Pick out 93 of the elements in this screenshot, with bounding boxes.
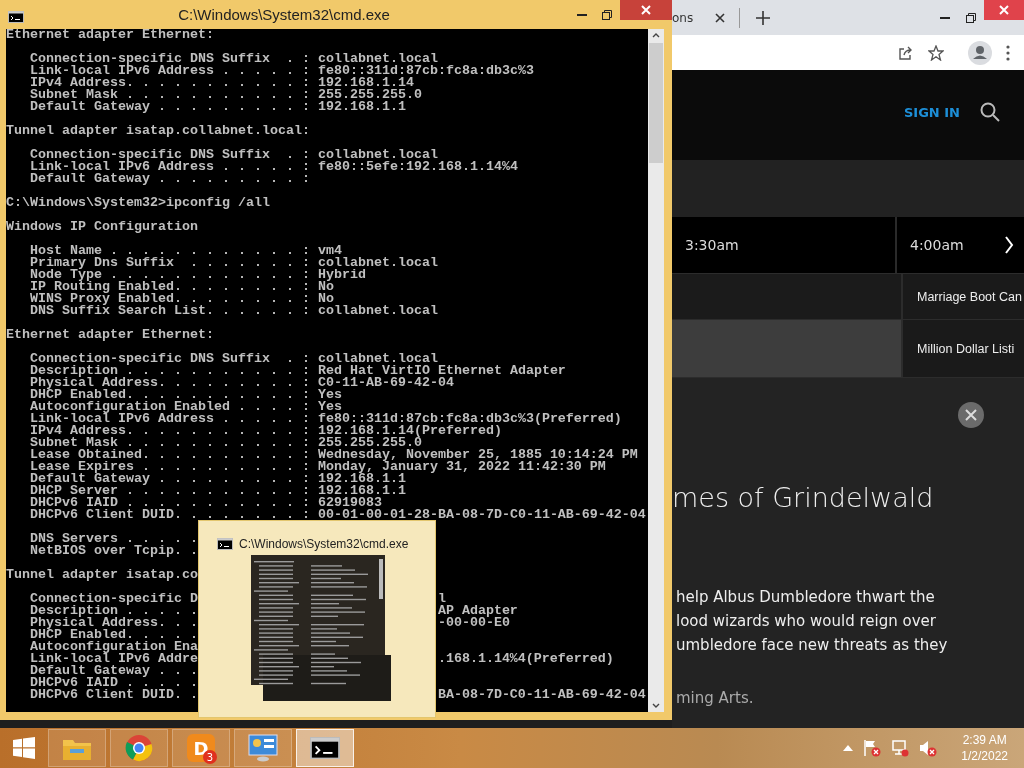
console-line: Subnet Mask . . . . . . . . . . . : 255.255.255.0 xyxy=(29,437,422,449)
chevron-right-icon[interactable] xyxy=(1004,235,1014,255)
console-line: l xyxy=(437,591,446,606)
console-line: C:\Windows\System32>ipconfig /all xyxy=(6,197,270,209)
volume-muted-icon[interactable] xyxy=(919,739,938,757)
console-line: DHCP Enabled. . . . . xyxy=(29,629,198,641)
console-line: DNS Servers . . . . . xyxy=(29,533,198,545)
console-line: DHCPv6 Client DUID. . xyxy=(29,689,199,701)
console-line: Autoconfiguration Enabled . . . . : Yes xyxy=(29,401,342,413)
console-line: DHCP Enabled. . . . . . . . . . . : Yes xyxy=(29,389,342,401)
console-line: Connection-specific DNS Suffix . : collabnet.local xyxy=(29,353,438,365)
console-line: Default Gateway . . . . . . . . . : xyxy=(29,173,310,185)
window-thumbnail[interactable] xyxy=(251,555,391,701)
close-tab-icon[interactable] xyxy=(715,12,726,23)
console-line: AP Adapter xyxy=(437,603,518,618)
console-line: Link-local IPv6 Address . . . . . : fe80::311d:87cb:fc8a:db3c%3(Preferred) xyxy=(29,413,622,425)
console-line: Connection-specific D xyxy=(29,593,199,605)
minimize-icon xyxy=(940,16,950,19)
show-listing[interactable]: Marriage Boot Can xyxy=(901,274,1024,319)
console-line: NetBIOS over Tcpip. . xyxy=(29,545,198,557)
console-line: Description . . . . . xyxy=(29,605,199,617)
console-line: Link-local IPv6 Address . . . . . : fe80::311d:87cb:fc8a:db3c%3 xyxy=(29,65,534,77)
bookmark-star-icon[interactable] xyxy=(928,44,944,61)
credit-text: ming Arts. xyxy=(675,689,755,707)
restore-icon xyxy=(966,12,976,23)
console-line: WINS Proxy Enabled. . . . . . . . : No xyxy=(29,293,334,305)
console-line: DNS Suffix Search List. . . . . . : collabnet.local xyxy=(29,305,438,317)
caret-up-icon[interactable] xyxy=(843,745,854,751)
taskbar-app-button[interactable] xyxy=(296,729,354,767)
close-icon xyxy=(965,409,977,421)
close-icon xyxy=(641,5,651,15)
console-line: DHCPv6 Client DUID. . . . . . . . : 00-01-00-01-28-BA-08-7D-C0-11-AB-69-42-04 xyxy=(29,509,646,521)
console-line: Tunnel adapter isatap.collabnet.local: xyxy=(6,125,310,137)
preview-title: C:\Windows\System32\cmd.exe xyxy=(239,537,409,551)
control-panel-icon xyxy=(248,734,278,762)
console-line: .168.1.14%4(Preferred) xyxy=(437,651,614,666)
console-line: BA-08-7D-C0-11-AB-69-42-04 xyxy=(437,687,646,702)
window-title: C:\Windows\System32\cmd.exe xyxy=(177,6,391,23)
console-line: Autoconfiguration Ena xyxy=(29,641,198,653)
console-icon xyxy=(310,736,340,760)
console-line: Primary Dns Suffix . . . . . . . : collabnet.local xyxy=(29,257,438,269)
network-icon[interactable] xyxy=(891,739,910,757)
console-line: DHCP Server . . . . . . . . . . . : 192.168.1.1 xyxy=(29,485,406,497)
console-line: Node Type . . . . . . . . . . . . : Hybrid xyxy=(29,269,366,281)
console-line: Default Gateway . . . xyxy=(29,665,198,677)
browser-icon xyxy=(125,734,153,762)
search-icon[interactable] xyxy=(980,102,1000,122)
time-label: 3:30am xyxy=(685,237,739,253)
close-icon xyxy=(999,5,1009,15)
console-line: Physical Address. . . xyxy=(29,617,199,629)
console-line: IP Routing Enabled. . . . . . . . : No xyxy=(29,281,334,293)
share-icon[interactable] xyxy=(898,44,914,61)
console-line: Physical Address. . . . . . . . . : C0-11-AB-69-42-04 xyxy=(29,377,454,389)
windows-logo-icon xyxy=(13,737,35,759)
console-icon xyxy=(8,11,24,23)
flag-warning-icon[interactable] xyxy=(863,739,882,757)
scrollbar[interactable] xyxy=(648,29,664,712)
console-line: Description . . . . . . . . . . . : Red Hat VirtIO Ethernet Adapter xyxy=(29,365,566,377)
description-line: help Albus Dumbledore thwart the xyxy=(676,587,936,608)
scroll-thumb[interactable] xyxy=(649,43,663,163)
show-listing[interactable]: Million Dollar Listi xyxy=(901,320,1024,377)
console-line: DHCPv6 IAID . . . . . xyxy=(29,677,198,689)
console-line: Lease Expires . . . . . . . . . . : Monday, January 31, 2022 11:42:30 PM xyxy=(29,461,606,473)
movie-title: mes of Grindelwald xyxy=(672,482,935,513)
console-line: Ethernet adapter Ethernet: xyxy=(6,29,214,41)
description-line: lood wizards who would reign over xyxy=(676,611,937,632)
description-line: umbledore face new threats as they xyxy=(676,635,949,656)
console-line: Link-local IPv6 Addre xyxy=(29,653,199,665)
console-line: Lease Obtained. . . . . . . . . . : Wednesday, November 25, 1885 10:14:24 PM xyxy=(29,449,638,461)
window-preview[interactable]: C:\Windows\System32\cmd.exe xyxy=(198,520,436,718)
menu-icon[interactable] xyxy=(1006,44,1010,61)
console-line: Subnet Mask . . . . . . . . . . . : 255.255.255.0 xyxy=(29,89,422,101)
console-line: IPv4 Address. . . . . . . . . . . : 192.168.1.14 xyxy=(29,77,414,89)
restore-icon xyxy=(602,9,612,20)
minimize-icon xyxy=(577,13,587,16)
console-line: Link-local IPv6 Address . . . . . : fe80::5efe:192.168.1.14%4 xyxy=(29,161,518,173)
console-line: Default Gateway . . . . . . . . . : 192.168.1.1 xyxy=(29,473,406,485)
console-line: IPv4 Address. . . . . . . . . . . : 192.168.1.14(Preferred) xyxy=(29,425,502,437)
new-tab-icon[interactable] xyxy=(756,10,771,25)
console-line: Ethernet adapter Ethernet: xyxy=(6,329,214,341)
sign-in-link[interactable]: SIGN IN xyxy=(904,104,960,120)
console-line: Connection-specific DNS Suffix . : collabnet.local xyxy=(29,53,438,65)
console-line: DHCPv6 IAID . . . . . . . . . . . : 62919083 xyxy=(29,497,382,509)
browser-tab[interactable]: ons xyxy=(672,0,694,35)
console-line: Default Gateway . . . . . . . . . : 192.168.1.1 xyxy=(29,101,406,113)
console-icon xyxy=(217,538,233,550)
console-line: Host Name . . . . . . . . . . . . : vm4 xyxy=(29,245,342,257)
console-line: Windows IP Configuration xyxy=(6,221,198,233)
profile-avatar-icon[interactable] xyxy=(968,40,992,65)
close-button[interactable] xyxy=(958,402,984,428)
console-line: Connection-specific DNS Suffix . : collabnet.local xyxy=(29,149,438,161)
console-line: Tunnel adapter isatap.co xyxy=(6,569,198,581)
time-label: 4:00am xyxy=(910,237,964,253)
